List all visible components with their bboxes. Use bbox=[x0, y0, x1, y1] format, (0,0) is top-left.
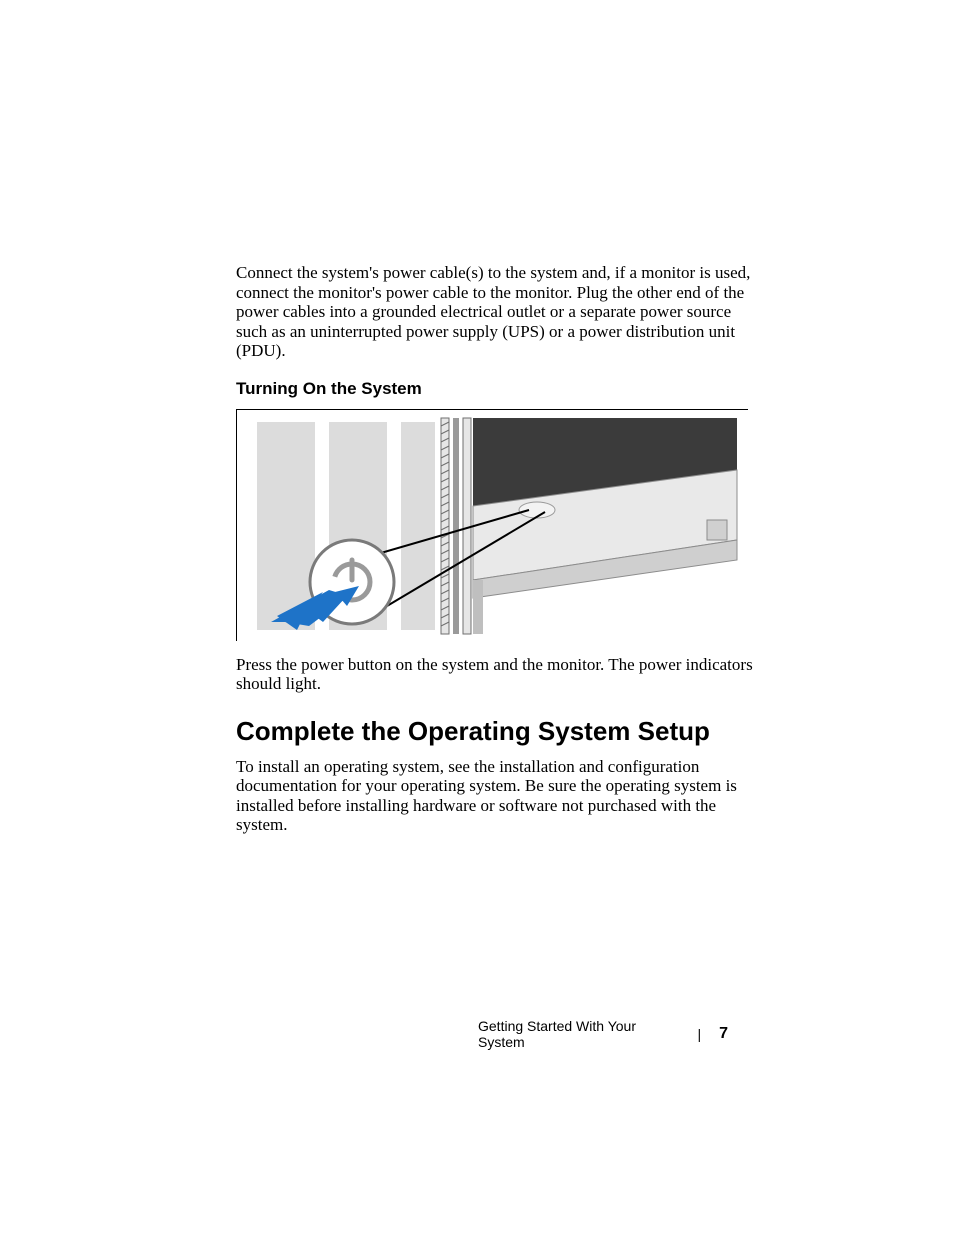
footer-separator: | bbox=[697, 1026, 701, 1042]
footer-page-number: 7 bbox=[719, 1025, 728, 1043]
content-column: Connect the system's power cable(s) to t… bbox=[236, 263, 761, 849]
page-footer: Getting Started With Your System | 7 bbox=[478, 1018, 728, 1050]
subheading-turning-on: Turning On the System bbox=[236, 379, 761, 399]
paragraph-press-power: Press the power button on the system and… bbox=[236, 655, 761, 694]
heading-complete-os-setup: Complete the Operating System Setup bbox=[236, 716, 761, 747]
power-button-illustration-icon bbox=[237, 410, 749, 642]
document-page: Connect the system's power cable(s) to t… bbox=[0, 0, 954, 1235]
figure-power-button bbox=[236, 409, 748, 641]
paragraph-os-install: To install an operating system, see the … bbox=[236, 757, 761, 835]
footer-section-title: Getting Started With Your System bbox=[478, 1018, 679, 1050]
paragraph-power-cable: Connect the system's power cable(s) to t… bbox=[236, 263, 761, 361]
